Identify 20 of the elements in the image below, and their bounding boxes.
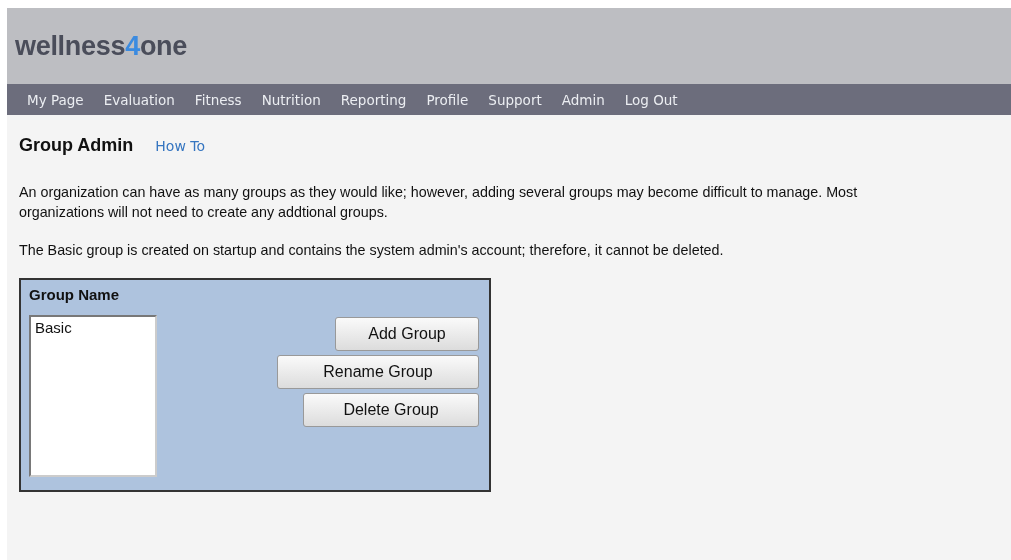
page-title: Group Admin — [19, 135, 134, 156]
nav-link[interactable]: Reporting — [340, 91, 407, 108]
group-list-item[interactable]: Basic — [35, 319, 151, 336]
group-action-button[interactable]: Add Group — [335, 317, 479, 351]
group-list[interactable]: Basic — [29, 315, 157, 477]
nav-link[interactable]: My Page — [27, 91, 84, 108]
nav-link[interactable]: Profile — [426, 91, 469, 108]
nav-link[interactable]: Log Out — [624, 91, 678, 108]
group-action-button[interactable]: Rename Group — [277, 355, 479, 389]
nav-link[interactable]: Admin — [561, 91, 605, 108]
how-to-link[interactable]: How To — [155, 138, 206, 154]
logo: wellness4one — [15, 30, 187, 62]
description-paragraph: An organization can have as many groups as they would like; however, adding several groups may become difficult to manage. Most organizations will not need to create any addtional groups. — [19, 183, 859, 222]
description-paragraph: The Basic group is created on startup and contains the system admin's account; therefore, it cannot be deleted. — [19, 241, 725, 260]
nav-link[interactable]: Nutrition — [261, 91, 321, 108]
panel-heading: Group Name — [29, 286, 120, 303]
nav-link[interactable]: Evaluation — [103, 91, 175, 108]
group-action-button[interactable]: Delete Group — [303, 393, 479, 427]
nav-link[interactable]: Fitness — [194, 91, 242, 108]
nav-link[interactable]: Support — [488, 91, 542, 108]
